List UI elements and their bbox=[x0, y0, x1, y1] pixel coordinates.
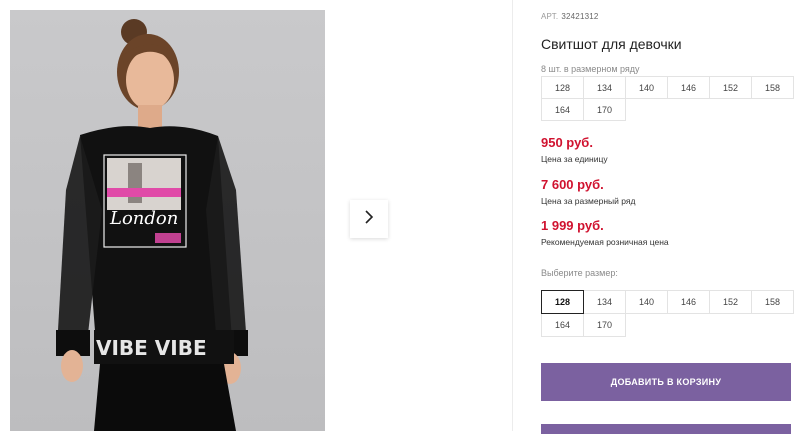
product-title: Свитшот для девочки bbox=[541, 36, 682, 52]
add-to-cart-button[interactable]: ДОБАВИТЬ В КОРЗИНУ bbox=[541, 363, 791, 401]
svg-text:London: London bbox=[109, 208, 178, 229]
size-option-170[interactable]: 170 bbox=[583, 313, 626, 337]
chevron-right-icon bbox=[362, 209, 376, 230]
size-row-cell: 146 bbox=[667, 76, 710, 99]
size-option-134[interactable]: 134 bbox=[583, 290, 626, 314]
retail-price: 1 999 руб. bbox=[541, 218, 604, 233]
size-row-cell: 164 bbox=[541, 98, 584, 121]
sku: АРТ. 32421312 bbox=[541, 12, 599, 21]
size-row-caption: 8 шт. в размерном ряду bbox=[541, 64, 640, 74]
size-select-caption: Выберите размер: bbox=[541, 268, 618, 278]
next-image-button[interactable] bbox=[350, 200, 388, 238]
size-option-140[interactable]: 140 bbox=[625, 290, 668, 314]
size-row-grid: 128 134 140 146 152 158 164 170 bbox=[541, 76, 800, 121]
size-option-158[interactable]: 158 bbox=[751, 290, 794, 314]
size-option-164[interactable]: 164 bbox=[541, 313, 584, 337]
size-option-146[interactable]: 146 bbox=[667, 290, 710, 314]
panel-divider bbox=[512, 0, 513, 431]
product-gallery: London VIBE VIBE bbox=[0, 0, 512, 431]
size-row-cell: 170 bbox=[583, 98, 626, 121]
unit-price-label: Цена за единицу bbox=[541, 154, 608, 164]
size-option-152[interactable]: 152 bbox=[709, 290, 752, 314]
sku-value: 32421312 bbox=[561, 12, 599, 21]
size-row-cell: 128 bbox=[541, 76, 584, 99]
secondary-action-button[interactable] bbox=[541, 424, 791, 434]
size-select-grid: 128 134 140 146 152 158 164 170 bbox=[541, 290, 800, 337]
retail-price-label: Рекомендуемая розничная цена bbox=[541, 237, 669, 247]
unit-price: 950 руб. bbox=[541, 135, 593, 150]
product-info-panel: АРТ. 32421312 Свитшот для девочки 8 шт. в… bbox=[541, 0, 800, 434]
size-row-cell: 134 bbox=[583, 76, 626, 99]
size-row-cell: 152 bbox=[709, 76, 752, 99]
product-photo[interactable]: London VIBE VIBE bbox=[10, 10, 325, 431]
row-price-label: Цена за размерный ряд bbox=[541, 196, 636, 206]
size-option-128[interactable]: 128 bbox=[541, 290, 584, 314]
size-row-cell: 158 bbox=[751, 76, 794, 99]
svg-text:VIBE VIBE: VIBE VIBE bbox=[96, 336, 207, 360]
product-photo-illustration: London VIBE VIBE bbox=[56, 19, 248, 431]
sku-prefix: АРТ. bbox=[541, 12, 559, 21]
row-price: 7 600 руб. bbox=[541, 177, 604, 192]
size-row-cell: 140 bbox=[625, 76, 668, 99]
